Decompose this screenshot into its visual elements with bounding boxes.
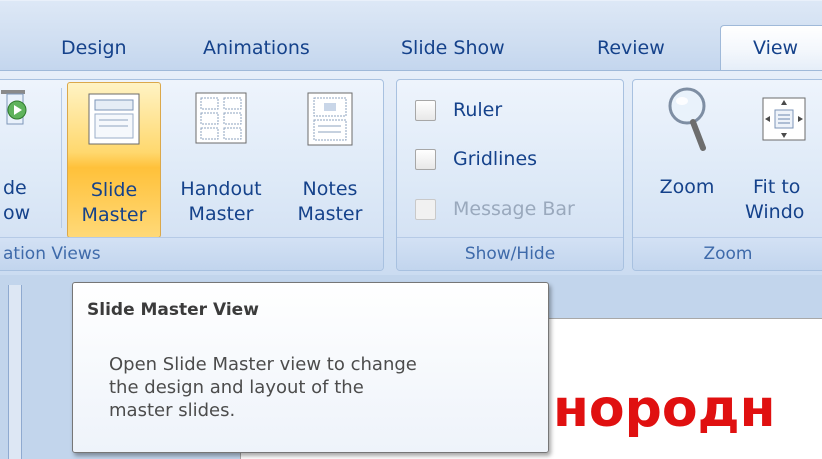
ruler-label: Ruler — [453, 99, 503, 121]
group-separator — [61, 88, 62, 228]
fit-to-window-line1: Fit to — [753, 176, 801, 198]
tab-review[interactable]: Review — [597, 36, 665, 60]
handout-master-line1: Handout — [180, 178, 262, 200]
notes-master-line1: Notes — [302, 178, 358, 200]
handout-master-button[interactable]: Handout Master — [171, 84, 271, 234]
zoom-button[interactable]: Zoom — [647, 80, 727, 230]
tab-slide-show[interactable]: Slide Show — [401, 36, 505, 60]
tab-view-label: View — [753, 37, 799, 59]
zoom-label: Zoom — [659, 176, 715, 198]
notes-master-line2: Master — [297, 203, 363, 225]
tab-design[interactable]: Design — [61, 36, 127, 60]
gridlines-checkbox-box[interactable] — [415, 149, 436, 170]
slide-show-icon — [1, 86, 29, 136]
tab-view[interactable]: View — [720, 25, 822, 72]
group-label-zoom: Zoom — [633, 237, 822, 270]
message-bar-checkbox-box — [415, 199, 436, 220]
ribbon-tab-bar: Design Animations Slide Show Review View — [0, 0, 822, 72]
ribbon: de ow Slide Master Handout Master Notes … — [0, 70, 822, 275]
slides-pane-edge[interactable] — [8, 285, 22, 459]
group-label-presentation-views: ation Views — [0, 237, 383, 270]
tooltip-line: master slides. — [109, 400, 236, 421]
partial-button-line2: ow — [3, 202, 31, 224]
tooltip-line: Open Slide Master view to change — [109, 354, 417, 375]
tooltip-title: Slide Master View — [87, 300, 259, 320]
slide-master-button[interactable]: Slide Master — [67, 82, 161, 238]
slide-title-text[interactable]: нородн — [553, 381, 776, 437]
group-label-text: Show/Hide — [464, 244, 556, 264]
slide-master-line2: Master — [81, 204, 147, 226]
group-zoom: Zoom Fit to Windo Zoom — [632, 79, 822, 271]
fit-to-window-line2: Windo — [745, 201, 805, 223]
handout-master-line2: Master — [188, 203, 254, 225]
handout-master-icon — [195, 92, 247, 148]
gridlines-label: Gridlines — [453, 148, 538, 170]
slide-master-icon — [88, 93, 140, 149]
group-label-show-hide: Show/Hide — [397, 237, 623, 270]
slide-sorter-button[interactable]: de ow — [0, 80, 43, 230]
group-label-text: Zoom — [703, 244, 753, 264]
group-label-text: ation Views — [3, 244, 101, 264]
group-presentation-views: de ow Slide Master Handout Master Notes … — [0, 79, 384, 271]
partial-button-line1: de — [3, 177, 27, 199]
fit-to-window-icon — [757, 92, 811, 150]
notes-master-icon — [307, 92, 353, 150]
fit-to-window-button[interactable]: Fit to Windo — [737, 80, 822, 230]
tooltip-line: the design and layout of the — [109, 377, 364, 398]
ruler-checkbox-box[interactable] — [415, 100, 436, 121]
slide-master-line1: Slide — [90, 179, 138, 201]
message-bar-label: Message Bar — [453, 198, 575, 220]
tooltip: Slide Master View Open Slide Master view… — [72, 282, 549, 453]
notes-master-button[interactable]: Notes Master — [285, 84, 375, 234]
magnifier-icon — [663, 86, 711, 156]
tooltip-description: Open Slide Master view to change the des… — [109, 353, 529, 422]
tab-animations[interactable]: Animations — [203, 36, 310, 60]
group-show-hide: Ruler Gridlines Message Bar Show/Hide — [396, 79, 624, 271]
